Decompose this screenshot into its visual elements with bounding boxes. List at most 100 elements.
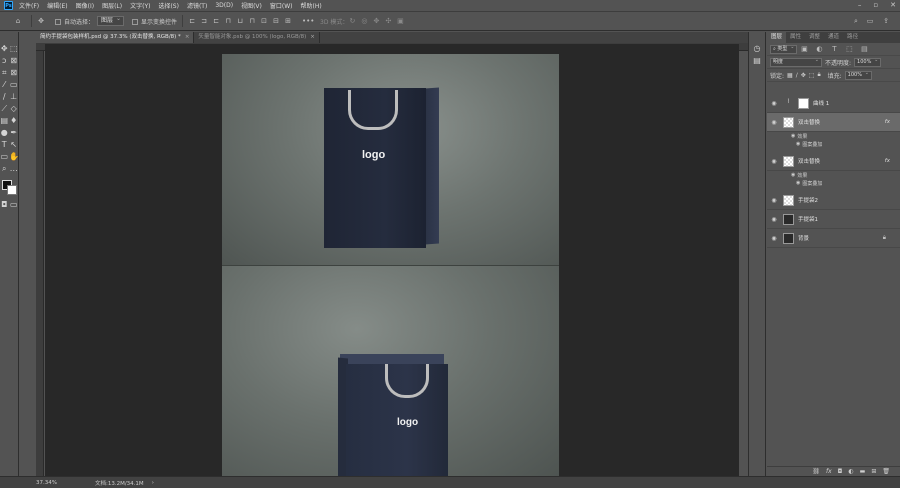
visibility-eye-icon[interactable]: ◉ <box>767 158 781 165</box>
tab-properties[interactable]: 属性 <box>786 32 805 43</box>
lock-move-icon[interactable]: ✥ <box>801 72 806 79</box>
distribute-3-icon[interactable]: ⊞ <box>284 17 292 25</box>
auto-select-checkbox[interactable]: 自动选择： <box>55 17 94 26</box>
lasso-icon[interactable]: ↄ <box>0 56 9 65</box>
workspace-icon[interactable]: ▭ <box>866 17 874 25</box>
tab-paths[interactable]: 路径 <box>843 32 862 43</box>
home-icon[interactable]: ⌂ <box>14 17 22 25</box>
lock-all-icon[interactable]: 🔒︎ <box>817 71 820 79</box>
tab-layers[interactable]: 图层 <box>767 32 787 43</box>
align-middle-icon[interactable]: ⊔ <box>236 17 244 25</box>
mask-icon[interactable]: ◘ <box>838 468 843 475</box>
filter-type-icon[interactable]: T <box>830 45 838 53</box>
adjustment-icon[interactable]: ◐ <box>848 468 853 475</box>
lock-artboard-icon[interactable]: ⬚ <box>809 72 815 79</box>
menu-filter[interactable]: 滤镜(T) <box>187 1 207 10</box>
visibility-eye-icon[interactable]: ◉ <box>767 216 781 223</box>
tab-adjustments[interactable]: 调整 <box>805 32 824 43</box>
3d-scale-icon[interactable]: ▣ <box>396 17 404 25</box>
layer-row[interactable]: ◉ 手提袋2 <box>767 191 900 210</box>
object-select-icon[interactable]: ⊠ <box>9 56 18 65</box>
filter-smart-icon[interactable]: ▤ <box>860 45 868 53</box>
new-layer-icon[interactable]: ⊞ <box>871 468 876 475</box>
menu-view[interactable]: 视图(V) <box>241 1 262 10</box>
background-color[interactable] <box>7 185 17 195</box>
document-canvas[interactable]: logo logo <box>222 54 559 476</box>
blur-icon[interactable]: ♦ <box>9 116 18 125</box>
distribute-icon[interactable]: ⊡ <box>260 17 268 25</box>
visibility-eye-icon[interactable]: ◉ <box>791 172 795 178</box>
visibility-eye-icon[interactable]: ◉ <box>767 119 781 126</box>
visibility-eye-icon[interactable]: ◉ <box>767 235 781 242</box>
auto-select-dropdown[interactable]: 图层 <box>97 15 125 26</box>
fx-icon[interactable]: fx <box>826 468 832 475</box>
layer-row[interactable]: ◉ ⌇ 曲线 1 <box>767 94 900 113</box>
filter-kind-dropdown[interactable]: ⌕ 类型 <box>770 44 798 54</box>
visibility-eye-icon[interactable]: ◉ <box>767 100 781 107</box>
layer-row[interactable]: ◉ 双击替换 fx <box>767 152 900 171</box>
align-top-icon[interactable]: ⊓ <box>224 17 232 25</box>
menu-select[interactable]: 选择(S) <box>158 1 179 10</box>
fill-input[interactable]: 100% <box>844 70 872 80</box>
vertical-ruler[interactable] <box>36 51 44 476</box>
brush-icon[interactable]: ∕ <box>0 92 9 101</box>
quick-mask-icon[interactable]: ◘ <box>0 200 9 209</box>
layer-row[interactable]: ◉ 手提袋1 <box>767 210 900 229</box>
align-right-icon[interactable]: ⊏ <box>212 17 220 25</box>
folder-icon[interactable]: ▬ <box>860 468 866 475</box>
lock-transparent-icon[interactable]: ▦ <box>787 72 793 79</box>
hand-icon[interactable]: ✋ <box>9 152 19 161</box>
menu-image[interactable]: 图像(I) <box>76 1 94 10</box>
menu-edit[interactable]: 编辑(E) <box>47 1 67 10</box>
color-swatches[interactable] <box>1 180 17 196</box>
search-icon[interactable]: ⌕ <box>852 17 860 25</box>
opacity-input[interactable]: 100% <box>854 57 882 67</box>
3d-drag-icon[interactable]: ✥ <box>372 17 380 25</box>
blend-mode-dropdown[interactable]: 明度 <box>770 57 822 67</box>
align-bottom-icon[interactable]: ⊓ <box>248 17 256 25</box>
menu-window[interactable]: 窗口(W) <box>270 1 293 10</box>
properties-icon[interactable]: ▤ <box>753 56 762 65</box>
status-menu-icon[interactable]: › <box>152 480 154 486</box>
lock-paint-icon[interactable]: ∕ <box>796 72 798 79</box>
gradient-icon[interactable]: ▤ <box>0 116 9 125</box>
marquee-icon[interactable]: ⬚ <box>9 44 18 53</box>
tab-smart-object[interactable]: 矢量智能对象.psb @ 100% (logo, RGB/8) × <box>194 32 320 43</box>
layer-effects-icon[interactable]: fx <box>885 158 890 164</box>
zoom-level[interactable]: 37.34% <box>36 480 57 486</box>
filter-adjust-icon[interactable]: ◐ <box>815 45 823 53</box>
close-icon[interactable]: ✕ <box>890 1 896 9</box>
history-brush-icon[interactable]: ⟋ <box>0 104 9 113</box>
history-icon[interactable]: ◷ <box>753 44 762 53</box>
photoshop-logo-icon[interactable]: Ps <box>4 1 13 10</box>
rectangle-icon[interactable]: ▭ <box>0 152 9 161</box>
crop-icon[interactable]: ⌗ <box>0 68 9 77</box>
visibility-eye-icon[interactable]: ◉ <box>796 141 800 147</box>
menu-help[interactable]: 帮助(H) <box>301 1 322 10</box>
pen-icon[interactable]: ✒ <box>9 128 18 137</box>
layer-row[interactable]: ◉ 背景 🔒︎ <box>767 229 900 248</box>
menu-file[interactable]: 文件(F) <box>19 1 39 10</box>
tab-main-document[interactable]: 简约手提袋包装样机.psd @ 37.3% (双击替换, RGB/8) * × <box>36 32 195 43</box>
zoom-icon[interactable]: ⌕ <box>0 164 9 173</box>
layer-effects-icon[interactable]: fx <box>885 119 890 125</box>
filter-shape-icon[interactable]: ⬚ <box>845 45 853 53</box>
visibility-eye-icon[interactable]: ◉ <box>767 197 781 204</box>
menu-type[interactable]: 文字(Y) <box>130 1 150 10</box>
visibility-eye-icon[interactable]: ◉ <box>796 180 800 186</box>
3d-roll-icon[interactable]: ◎ <box>360 17 368 25</box>
show-transform-checkbox[interactable]: 显示变换控件 <box>132 17 177 26</box>
minimize-icon[interactable]: – <box>858 1 862 9</box>
link-icon[interactable]: ⛓︎ <box>812 468 820 475</box>
stamp-icon[interactable]: ⊥ <box>9 92 18 101</box>
trash-icon[interactable]: 🗑︎ <box>882 468 890 475</box>
layer-row[interactable]: ◉ 双击替换 fx <box>767 113 900 132</box>
visibility-eye-icon[interactable]: ◉ <box>791 133 795 139</box>
patch-icon[interactable]: ▭ <box>9 80 18 89</box>
more-tools-icon[interactable]: … <box>9 164 18 173</box>
filter-pixel-icon[interactable]: ▣ <box>800 45 808 53</box>
eraser-icon[interactable]: ◇ <box>9 104 18 113</box>
distribute-2-icon[interactable]: ⊟ <box>272 17 280 25</box>
align-left-icon[interactable]: ⊏ <box>188 17 196 25</box>
dodge-icon[interactable]: ● <box>0 128 9 137</box>
